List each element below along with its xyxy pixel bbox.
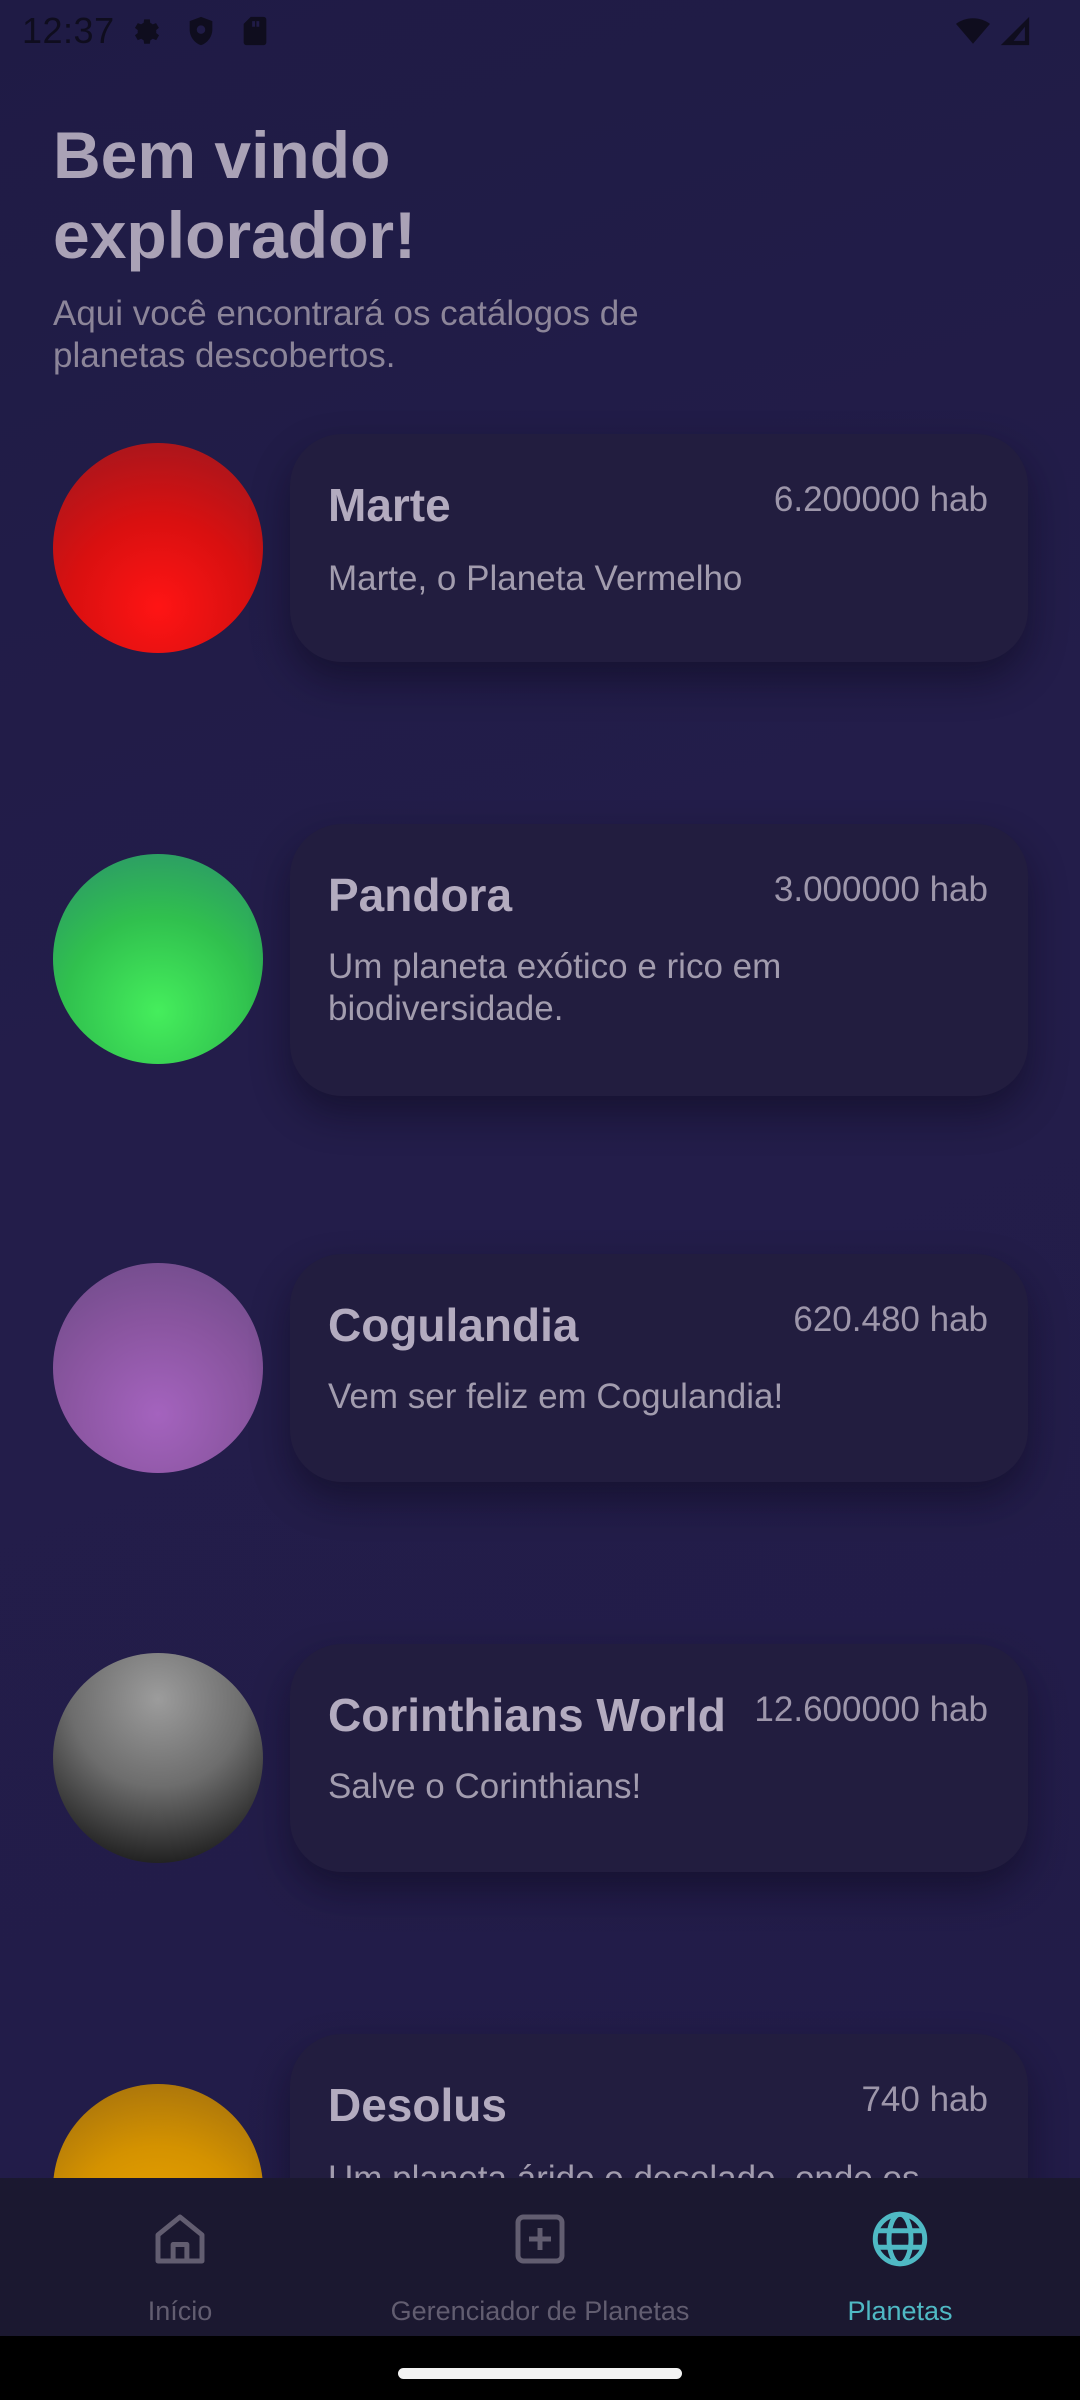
nav-item-gerenciador[interactable]: Gerenciador de Planetas [370, 2178, 710, 2336]
planet-description-line: Um planeta exótico e rico em [328, 947, 782, 986]
bottom-navigation: Início Gerenciador de Planetas Planetas [0, 2178, 1080, 2336]
gesture-navigation-bar [0, 2336, 1080, 2400]
planet-image-corinthians-world [53, 1653, 263, 1863]
planet-description-line: Um planeta árido e desolado, onde os [328, 2158, 968, 2178]
planet-description-line: Salve o Corinthians! [328, 1767, 642, 1806]
planet-card-desolus[interactable]: Desolus 740 hab Um planeta árido e desol… [290, 2034, 1028, 2178]
planet-name: Cogulandia [328, 1299, 579, 1351]
planet-name: Pandora [328, 869, 513, 921]
nav-item-inicio[interactable]: Início [30, 2178, 330, 2336]
planet-card-corinthians-world[interactable]: Corinthians World 12.600000 hab Salve o … [290, 1644, 1028, 1872]
planet-image-cogulandia [53, 1263, 263, 1473]
planet-population: 620.480 hab [793, 1300, 988, 1339]
nav-label-gerenciador: Gerenciador de Planetas [390, 2296, 690, 2326]
planet-name: Corinthians World [328, 1689, 726, 1741]
planet-population: 6.200000 hab [773, 480, 988, 519]
planet-name: Marte [328, 479, 451, 531]
nav-item-planetas[interactable]: Planetas [750, 2178, 1050, 2336]
planet-population: 3.000000 hab [773, 870, 988, 909]
planet-description-line: Marte, o Planeta Vermelho [328, 559, 743, 598]
home-icon [155, 2214, 205, 2264]
planet-description: Salve o Corinthians! [328, 1766, 968, 1808]
planet-card-cogulandia[interactable]: Cogulandia 620.480 hab Vem ser feliz em … [290, 1254, 1028, 1482]
planet-description: Vem ser feliz em Cogulandia! [328, 1376, 968, 1418]
planet-population: 12.600000 hab [754, 1690, 988, 1729]
planet-description-line: biodiversidade. [328, 989, 564, 1028]
add-box-icon [515, 2214, 565, 2264]
planet-image-pandora [53, 854, 263, 1064]
planet-description: Um planeta exótico e rico em biodiversid… [328, 946, 968, 1030]
planet-card-marte[interactable]: Marte 6.200000 hab Marte, o Planeta Verm… [290, 434, 1028, 662]
planet-image-desolus [53, 2084, 263, 2178]
planet-description: Um planeta árido e desolado, onde os [328, 2158, 968, 2178]
planet-description: Marte, o Planeta Vermelho [328, 558, 968, 600]
globe-icon [872, 2211, 928, 2267]
nav-label-inicio: Início [147, 2296, 213, 2326]
nav-label-planetas: Planetas [847, 2296, 953, 2326]
planet-card-pandora[interactable]: Pandora 3.000000 hab Um planeta exótico … [290, 824, 1028, 1096]
planet-description-line: Vem ser feliz em Cogulandia! [328, 1377, 784, 1416]
planet-list[interactable]: Marte 6.200000 hab Marte, o Planeta Verm… [0, 0, 1080, 2178]
gesture-handle[interactable] [398, 2368, 682, 2379]
planet-image-marte [53, 443, 263, 653]
planet-population: 740 hab [861, 2080, 988, 2119]
planet-name: Desolus [328, 2079, 507, 2131]
